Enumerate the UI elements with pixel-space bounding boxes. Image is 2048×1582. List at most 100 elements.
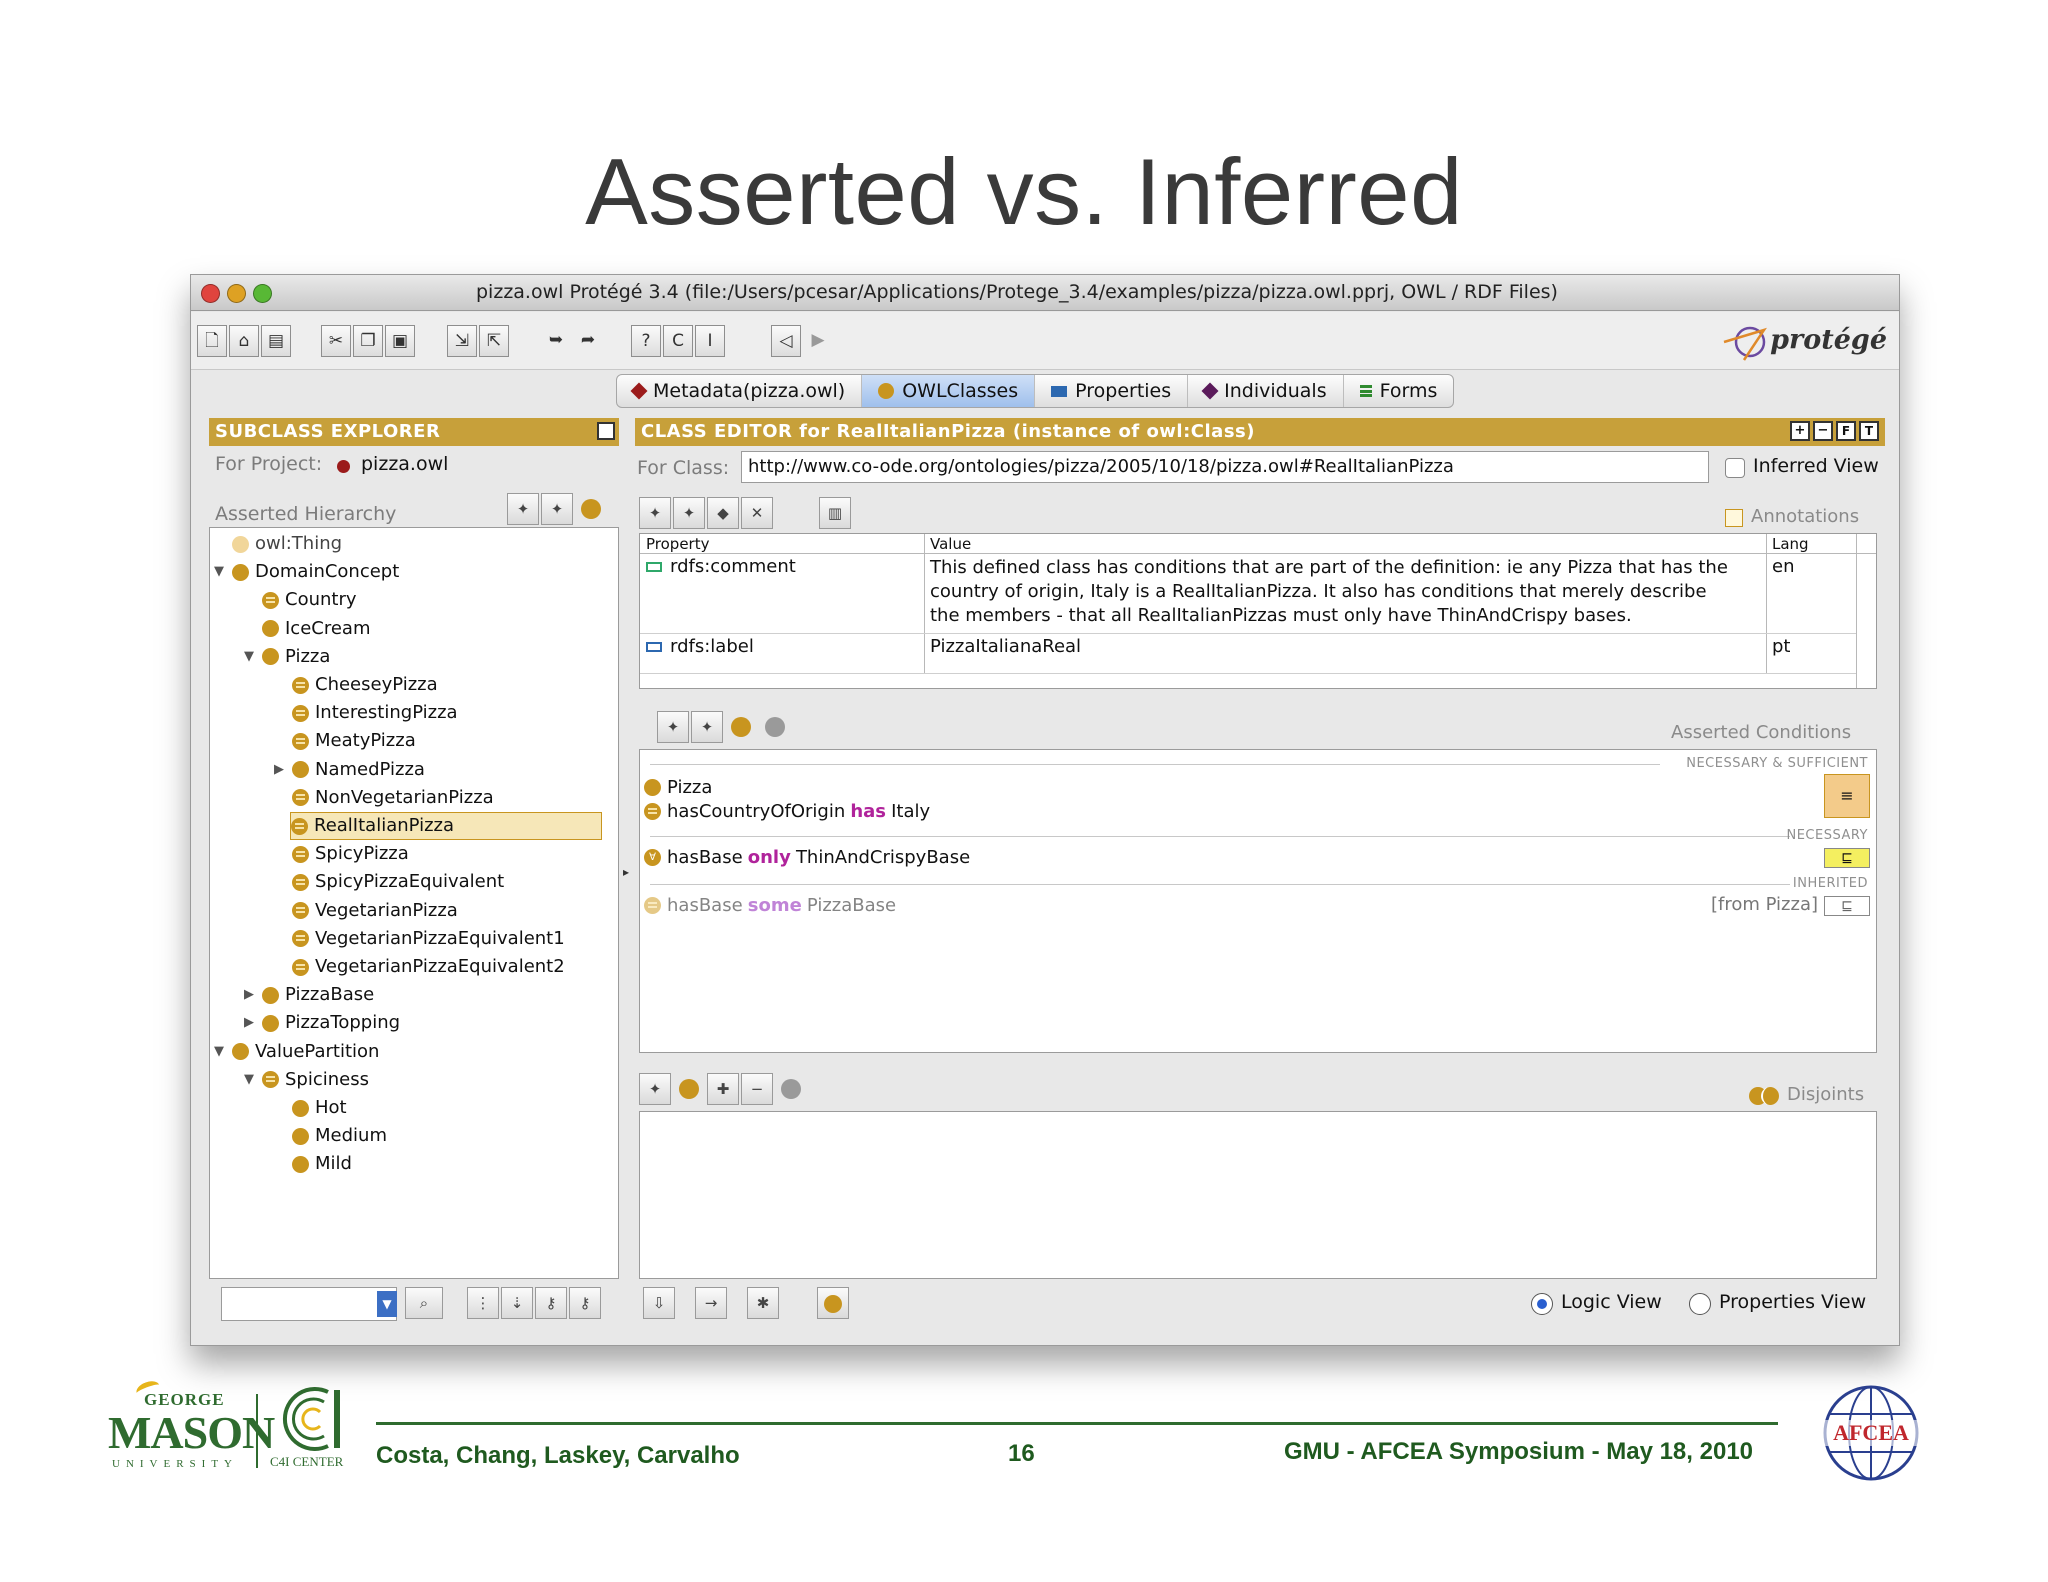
table-row[interactable]: rdfs:comment This defined class has cond… [640, 554, 1856, 634]
add-datatype-annotation-icon[interactable]: ✦ [673, 497, 705, 529]
form-icon[interactable]: F [1836, 421, 1856, 441]
save-icon[interactable]: ▤ [261, 325, 291, 357]
add-disjoint-class-icon[interactable] [673, 1073, 705, 1105]
back-icon[interactable]: ◁ [771, 325, 801, 357]
properties-view-radio[interactable] [1689, 1293, 1711, 1315]
tree-item[interactable]: ▼ Pizza [244, 643, 330, 671]
close-window-button[interactable] [201, 284, 220, 303]
query-icon[interactable]: ? [631, 325, 661, 357]
create-expression-icon[interactable]: ✦ [691, 711, 723, 743]
remove-disjoint-icon[interactable] [775, 1073, 807, 1105]
remove-annotation-icon[interactable]: ✕ [741, 497, 773, 529]
import-icon[interactable]: ⇲ [447, 325, 477, 357]
tree-item[interactable]: NonVegetarianPizza [274, 784, 494, 812]
type-icon[interactable]: T [1859, 421, 1879, 441]
condition-row[interactable]: hasCountryOfOrigin has Italy [644, 798, 930, 824]
copy-icon[interactable]: ❐ [353, 325, 383, 357]
move-class-icon[interactable]: ⇣ [501, 1287, 533, 1319]
tree-item[interactable]: Country [244, 586, 357, 614]
undo-icon[interactable]: ➥ [541, 325, 571, 357]
splitter-handle[interactable]: ▸ [623, 865, 629, 879]
collapsed-arrow-icon[interactable]: ▶ [274, 756, 288, 784]
tree-item[interactable]: RealItalianPizza [290, 812, 602, 840]
condition-row[interactable]: ∀ hasBase only ThinAndCrispyBase [644, 844, 970, 870]
collapsed-arrow-icon[interactable]: ▶ [244, 981, 258, 1009]
tree-item[interactable]: Hot [274, 1094, 347, 1122]
tree-item[interactable]: VegetarianPizza [274, 897, 458, 925]
tree-item[interactable]: InterestingPizza [274, 699, 458, 727]
logic-view-radio[interactable] [1531, 1293, 1553, 1315]
tree-item[interactable]: ▼ DomainConcept [214, 558, 399, 586]
tab-forms[interactable]: Forms [1344, 375, 1454, 407]
annotation-property-icon [646, 642, 662, 652]
tree-item[interactable]: Mild [274, 1150, 352, 1178]
tree-item[interactable]: VegetarianPizzaEquivalent1 [274, 925, 565, 953]
add-superclass-icon[interactable]: ⋮ [467, 1287, 499, 1319]
find-class-input[interactable] [221, 1287, 397, 1321]
zoom-window-button[interactable] [253, 284, 272, 303]
collapsed-arrow-icon[interactable]: ▶ [244, 1009, 258, 1037]
table-row[interactable]: rdfs:label PizzaItalianaReal pt [640, 634, 1856, 674]
remove-condition-icon[interactable] [759, 711, 791, 743]
inferred-view-checkbox[interactable] [1725, 458, 1745, 478]
tree-item[interactable]: MeatyPizza [274, 727, 416, 755]
show-class-icon[interactable] [817, 1287, 849, 1319]
open-file-icon[interactable]: ⌂ [229, 325, 259, 357]
expanded-arrow-icon[interactable]: ▼ [244, 643, 258, 671]
tree-item[interactable]: IceCream [244, 615, 371, 643]
find-binoculars-icon[interactable]: ⌕ [405, 1287, 443, 1319]
expanded-arrow-icon[interactable]: ▼ [214, 1038, 228, 1066]
tree-item[interactable]: CheeseyPizza [274, 671, 438, 699]
redo-icon[interactable]: ➦ [573, 325, 603, 357]
debug-icon[interactable]: ✱ [747, 1287, 779, 1319]
expanded-arrow-icon[interactable]: ▼ [214, 558, 228, 586]
tree-item[interactable]: ▼ ValuePartition [214, 1038, 379, 1066]
forward-icon[interactable]: ▶ [803, 325, 833, 357]
tree-item[interactable]: SpicyPizza [274, 840, 409, 868]
instances-icon[interactable]: I [695, 325, 725, 357]
tree-item[interactable]: owl:Thing [214, 530, 342, 558]
tab-individuals[interactable]: Individuals [1188, 375, 1344, 407]
create-subclass-icon[interactable]: ✦ [507, 493, 539, 525]
tab-metadata[interactable]: Metadata(pizza.owl) [617, 375, 863, 407]
condition-row[interactable]: hasBase some PizzaBase [644, 892, 896, 918]
tab-individuals-label: Individuals [1224, 380, 1327, 402]
tree-item[interactable]: VegetarianPizzaEquivalent2 [274, 953, 565, 981]
convert-icon[interactable]: → [695, 1287, 727, 1319]
add-all-siblings-icon[interactable]: ✚ [707, 1073, 739, 1105]
expanded-arrow-icon[interactable]: ▼ [244, 1066, 258, 1094]
classify-icon[interactable]: C [663, 325, 693, 357]
create-restriction-icon[interactable]: ✦ [657, 711, 689, 743]
cut-icon[interactable]: ✂ [321, 325, 351, 357]
tab-properties[interactable]: Properties [1035, 375, 1189, 407]
delete-class-icon[interactable] [575, 493, 607, 525]
tree-item[interactable]: ▶ PizzaTopping [244, 1009, 400, 1037]
condition-row[interactable]: Pizza [644, 774, 712, 800]
new-file-icon[interactable]: 🗋 [197, 325, 227, 357]
for-class-field[interactable]: http://www.co-ode.org/ontologies/pizza/2… [741, 451, 1709, 483]
tree-item[interactable]: SpicyPizzaEquivalent [274, 868, 504, 896]
key-search-icon[interactable]: ⚷ [569, 1287, 601, 1319]
tree-item[interactable]: ▼ Spiciness [244, 1066, 369, 1094]
add-annotation-icon[interactable]: ✦ [639, 497, 671, 529]
collapse-icon[interactable]: − [1813, 421, 1833, 441]
export-icon[interactable]: ⇱ [479, 325, 509, 357]
create-sibling-icon[interactable]: ✦ [541, 493, 573, 525]
annotation-view-icon[interactable]: ▥ [819, 497, 851, 529]
add-disjoint-icon[interactable]: ✦ [639, 1073, 671, 1105]
add-named-class-icon[interactable] [725, 711, 757, 743]
find-dropdown-icon[interactable]: ▼ [377, 1291, 397, 1317]
minimize-window-button[interactable] [227, 284, 246, 303]
collapse-panel-icon[interactable] [597, 422, 615, 440]
paste-icon[interactable]: ▣ [385, 325, 415, 357]
tree-item[interactable]: ▶ PizzaBase [244, 981, 374, 1009]
tab-owlclasses[interactable]: OWLClasses [862, 375, 1036, 407]
import-resource-icon[interactable]: ⇩ [643, 1287, 675, 1319]
key-icon[interactable]: ⚷ [535, 1287, 567, 1319]
add-individual-annotation-icon[interactable]: ◆ [707, 497, 739, 529]
tree-item[interactable]: ▶ NamedPizza [274, 756, 425, 784]
individual-icon [1201, 382, 1219, 400]
remove-all-siblings-icon[interactable]: − [741, 1073, 773, 1105]
expand-icon[interactable]: + [1790, 421, 1810, 441]
tree-item[interactable]: Medium [274, 1122, 387, 1150]
